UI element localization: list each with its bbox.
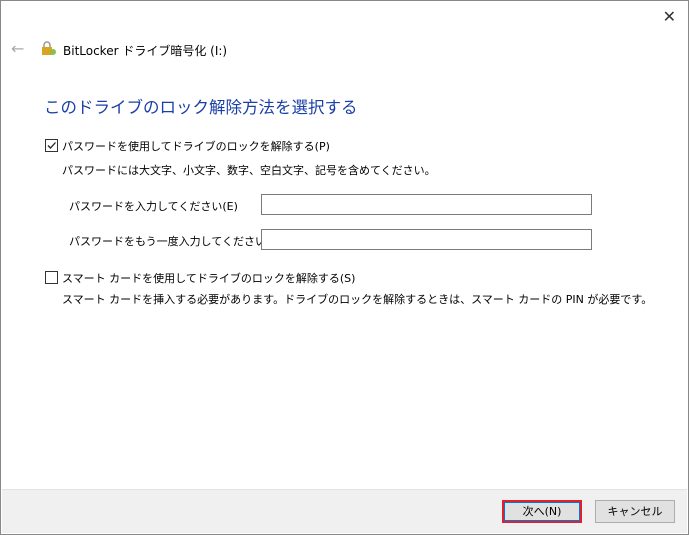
- checkmark-icon: [47, 142, 56, 149]
- smartcard-checkbox[interactable]: [45, 271, 58, 284]
- reenter-password-input[interactable]: [261, 229, 592, 250]
- footer-bar: [2, 489, 687, 533]
- back-arrow-icon[interactable]: ←: [11, 39, 24, 58]
- enter-password-input[interactable]: [261, 194, 592, 215]
- smartcard-hint: スマート カードを挿入する必要があります。ドライブのロックを解除するときは、スマ…: [62, 293, 653, 306]
- password-option-label[interactable]: パスワードを使用してドライブのロックを解除する(P): [62, 138, 330, 154]
- enter-password-label: パスワードを入力してください(E): [69, 200, 238, 213]
- cancel-button[interactable]: キャンセル: [595, 500, 675, 523]
- next-button[interactable]: 次へ(N): [502, 500, 582, 523]
- password-hint: パスワードには大文字、小文字、数字、空白文字、記号を含めてください。: [62, 164, 436, 177]
- password-checkbox[interactable]: [45, 139, 58, 152]
- bitlocker-wizard-window: ✕ ← BitLocker ドライブ暗号化 (I:) このドライブのロック解除方…: [0, 0, 689, 535]
- page-heading: このドライブのロック解除方法を選択する: [44, 98, 358, 117]
- reenter-password-label: パスワードをもう一度入力してください(R): [69, 235, 283, 248]
- window-title: BitLocker ドライブ暗号化 (I:): [63, 44, 228, 58]
- smartcard-option-label[interactable]: スマート カードを使用してドライブのロックを解除する(S): [62, 270, 355, 286]
- close-icon[interactable]: ✕: [663, 7, 676, 26]
- bitlocker-icon: [41, 41, 57, 57]
